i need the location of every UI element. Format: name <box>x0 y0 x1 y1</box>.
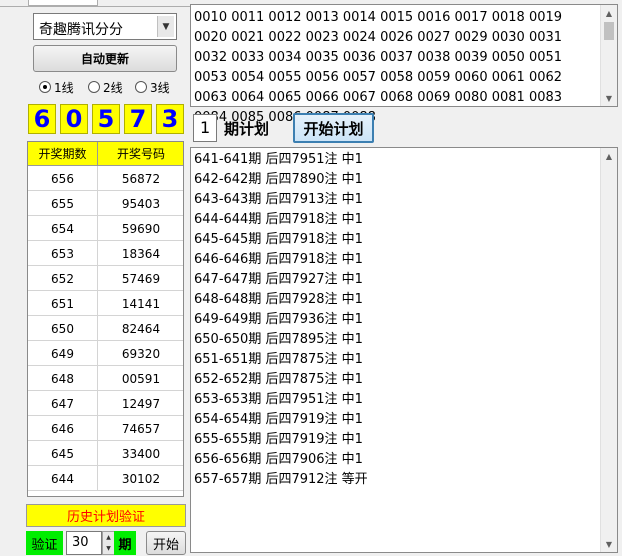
number-cell: 57469 <box>121 271 161 286</box>
log-line: 645-645期 后四7918注 中1 <box>194 232 363 247</box>
latest-digit-2: 0 <box>60 104 88 134</box>
table-row[interactable]: 653 18364 <box>28 241 183 266</box>
latest-digit-4: 7 <box>124 104 152 134</box>
draw-history-table[interactable]: 开奖期数 开奖号码 656 56872 655 95403 654 59690 653 183… <box>27 141 184 497</box>
radio-line-2[interactable]: 2线 <box>88 78 123 96</box>
history-verify-button[interactable]: 历史计划验证 <box>26 504 186 527</box>
number-cell: 00591 <box>121 371 161 386</box>
auto-update-button[interactable]: 自动更新 <box>33 45 177 72</box>
numbers-scrollbar[interactable]: ▲ ▼ <box>600 5 617 106</box>
numbers-text: 0010 0011 0012 0013 0014 0015 0016 0017 … <box>194 10 567 125</box>
table-row[interactable]: 652 57469 <box>28 266 183 291</box>
source-select-value: 奇趣腾讯分分 <box>39 22 123 38</box>
table-row[interactable]: 650 82464 <box>28 316 183 341</box>
period-cell: 647 <box>28 391 98 416</box>
table-row[interactable]: 646 74657 <box>28 416 183 441</box>
period-cell: 652 <box>28 266 98 291</box>
number-cell: 82464 <box>121 321 161 336</box>
number-cell: 74657 <box>121 421 161 436</box>
latest-digit-3: 5 <box>92 104 120 134</box>
period-cell: 650 <box>28 316 98 341</box>
latest-digit-1: 6 <box>28 104 56 134</box>
table-row[interactable]: 655 95403 <box>28 191 183 216</box>
table-row[interactable]: 645 33400 <box>28 441 183 466</box>
verify-periods-input[interactable]: 30 <box>66 531 102 555</box>
radio-indicator[interactable] <box>88 81 100 93</box>
period-cell: 653 <box>28 241 98 266</box>
period-label: 期 <box>114 531 136 555</box>
radio-line-1[interactable]: 1线 <box>39 78 74 96</box>
number-cell: 12497 <box>121 396 161 411</box>
table-row[interactable]: 656 56872 <box>28 166 183 191</box>
source-select[interactable]: 奇趣腾讯分分 ▼ <box>33 13 177 40</box>
log-line: 653-653期 后四7951注 中1 <box>194 392 363 407</box>
number-cell: 56872 <box>121 171 161 186</box>
log-line: 644-644期 后四7918注 中1 <box>194 212 363 227</box>
number-cell: 18364 <box>121 246 161 261</box>
latest-digit-5: 3 <box>156 104 184 134</box>
plan-log[interactable]: 641-641期 后四7951注 中1 642-642期 后四7890注 中1 64… <box>190 147 618 553</box>
radio-indicator[interactable] <box>39 81 51 93</box>
log-line: 647-647期 后四7927注 中1 <box>194 272 363 287</box>
numbers-textbox[interactable]: 0010 0011 0012 0013 0014 0015 0016 0017 … <box>190 4 618 125</box>
tab-divider <box>0 6 190 7</box>
radio-line-3[interactable]: 3线 <box>135 78 170 96</box>
number-cell: 95403 <box>121 196 161 211</box>
log-scrollbar[interactable]: ▲ ▼ <box>600 148 617 552</box>
period-cell: 654 <box>28 216 98 241</box>
period-cell: 646 <box>28 416 98 441</box>
table-row[interactable]: 649 69320 <box>28 341 183 366</box>
period-cell: 645 <box>28 441 98 466</box>
period-cell: 649 <box>28 341 98 366</box>
number-cell: 69320 <box>121 346 161 361</box>
table-row[interactable]: 651 14141 <box>28 291 183 316</box>
verify-label: 验证 <box>26 531 63 555</box>
column-header-period: 开奖期数 <box>28 142 98 166</box>
radio-label: 2线 <box>103 80 123 95</box>
table-row[interactable]: 654 59690 <box>28 216 183 241</box>
spin-down-icon[interactable]: ▼ <box>106 545 111 552</box>
log-line: 652-652期 后四7875注 中1 <box>194 372 363 387</box>
scroll-down-icon[interactable]: ▼ <box>601 536 617 552</box>
table-row[interactable]: 647 12497 <box>28 391 183 416</box>
period-cell: 644 <box>28 466 98 491</box>
start-verify-button[interactable]: 开始 <box>146 531 186 555</box>
table-row[interactable]: 648 00591 <box>28 366 183 391</box>
period-cell: 648 <box>28 366 98 391</box>
number-cell: 14141 <box>121 296 161 311</box>
radio-indicator[interactable] <box>135 81 147 93</box>
log-line: 654-654期 后四7919注 中1 <box>194 412 363 427</box>
log-line: 651-651期 后四7875注 中1 <box>194 352 363 367</box>
start-plan-button[interactable]: 开始计划 <box>293 113 374 143</box>
scroll-up-icon[interactable]: ▲ <box>601 5 617 21</box>
log-line: 648-648期 后四7928注 中1 <box>194 292 363 307</box>
number-cell: 30102 <box>121 471 161 486</box>
scroll-up-icon[interactable]: ▲ <box>601 148 617 164</box>
log-line: 657-657期 后四7912注 等开 <box>194 472 368 487</box>
period-cell: 651 <box>28 291 98 316</box>
spin-up-icon[interactable]: ▲ <box>106 534 111 541</box>
scroll-thumb[interactable] <box>604 22 614 40</box>
radio-label: 3线 <box>150 80 170 95</box>
table-row[interactable]: 644 30102 <box>28 466 183 491</box>
log-line: 642-642期 后四7890注 中1 <box>194 172 363 187</box>
plan-periods-input[interactable]: 1 <box>193 114 217 142</box>
number-cell: 59690 <box>121 221 161 236</box>
chevron-down-icon[interactable]: ▼ <box>157 16 174 37</box>
period-cell: 655 <box>28 191 98 216</box>
log-line: 643-643期 后四7913注 中1 <box>194 192 363 207</box>
scroll-down-icon[interactable]: ▼ <box>601 90 617 106</box>
plan-label: 期计划 <box>224 120 270 138</box>
log-line: 646-646期 后四7918注 中1 <box>194 252 363 267</box>
log-line: 649-649期 后四7936注 中1 <box>194 312 363 327</box>
log-line: 656-656期 后四7906注 中1 <box>194 452 363 467</box>
period-cell: 656 <box>28 166 98 191</box>
log-line: 655-655期 后四7919注 中1 <box>194 432 363 447</box>
radio-label: 1线 <box>54 80 74 95</box>
column-header-number: 开奖号码 <box>98 142 183 166</box>
log-line: 650-650期 后四7895注 中1 <box>194 332 363 347</box>
log-line: 641-641期 后四7951注 中1 <box>194 152 363 167</box>
number-cell: 33400 <box>121 446 161 461</box>
